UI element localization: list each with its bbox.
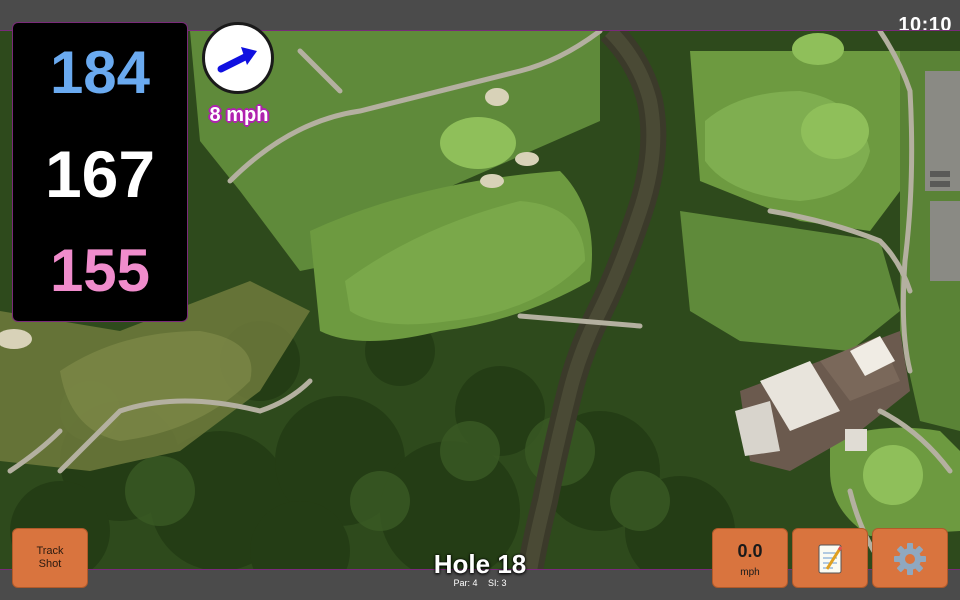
speed-unit: mph [740,567,760,578]
speed-value: 0.0 [737,541,763,561]
notepad-icon [818,544,843,574]
arrow-icon [217,47,257,73]
front-yardage: 155 [49,237,151,304]
track-shot-button[interactable]: Track Shot [12,528,88,588]
back-yardage: 184 [49,39,151,106]
gear-icon [894,543,926,575]
speed-button[interactable]: 0.0 mph [712,528,788,588]
hole-details: Par: 4 SI: 3 [380,578,580,588]
yardage-panel: 184 167 155 [12,22,188,322]
scorecard-button[interactable] [792,528,868,588]
hole-par: Par: 4 [453,578,478,588]
middle-yardage: 167 [44,137,156,211]
wind-indicator [202,22,274,94]
settings-button[interactable] [872,528,948,588]
hole-info: Hole 18 Par: 4 SI: 3 [380,550,580,588]
wind-speed-label: 8 mph [209,104,269,126]
hole-title: Hole 18 [433,549,527,579]
hole-stroke-index: SI: 3 [488,578,507,588]
track-shot-label: Track Shot [36,545,64,570]
